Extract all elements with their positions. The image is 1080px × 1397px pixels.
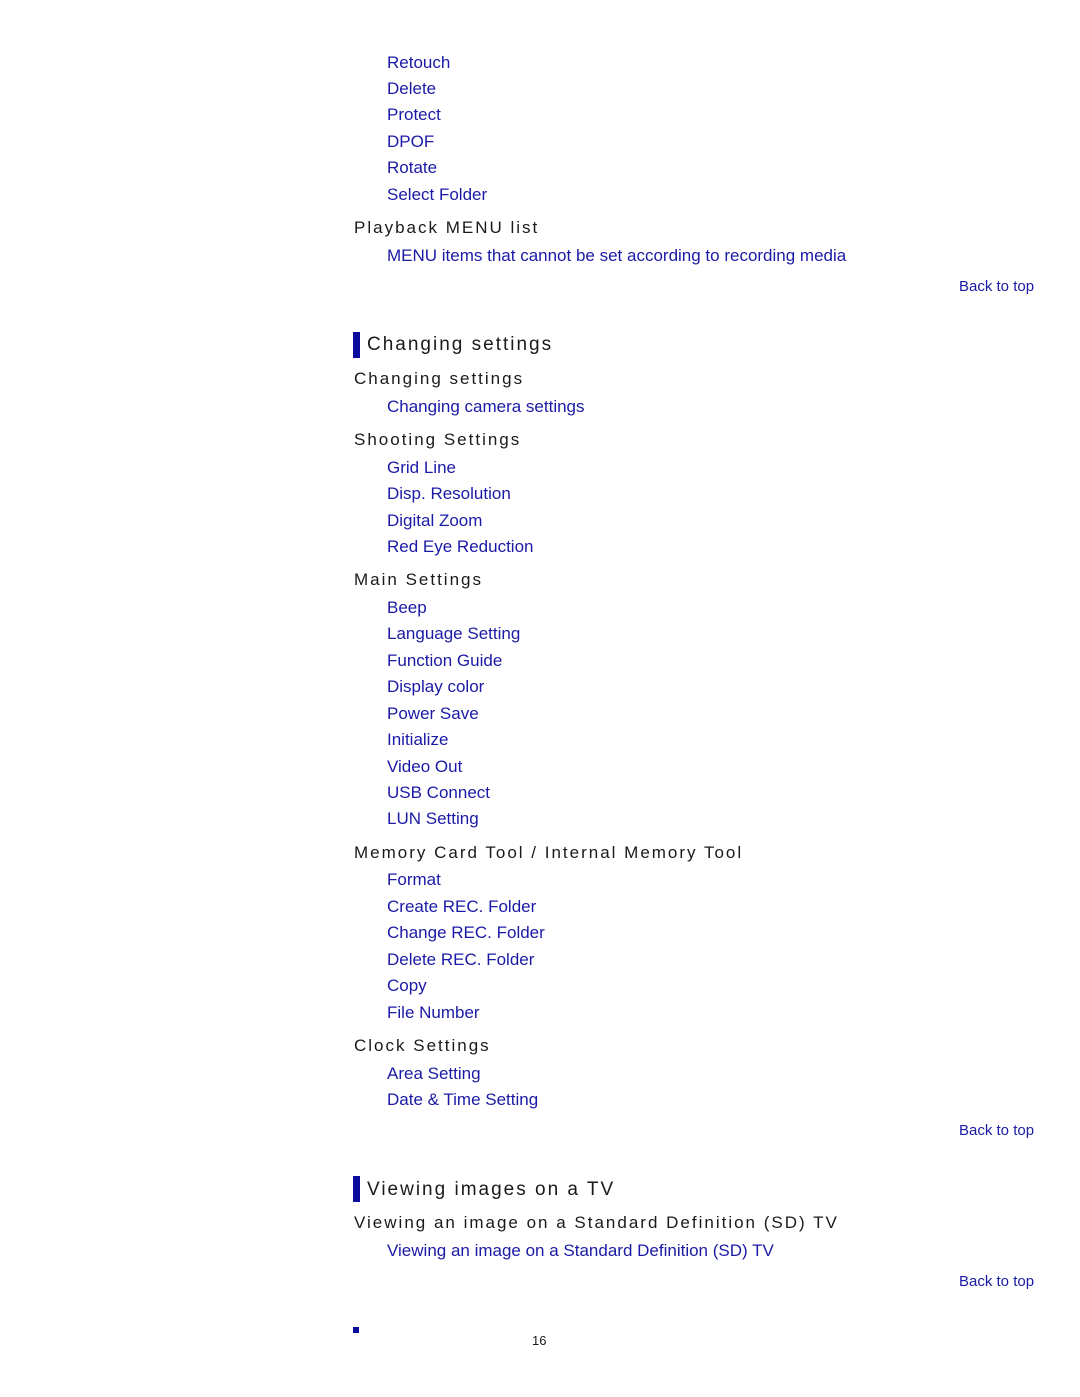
link-date-time-setting[interactable]: Date & Time Setting <box>387 1090 538 1110</box>
link-language-setting[interactable]: Language Setting <box>387 624 520 644</box>
link-area-setting[interactable]: Area Setting <box>387 1064 481 1084</box>
link-delete-rec-folder[interactable]: Delete REC. Folder <box>387 950 534 970</box>
section-marker-bar <box>353 332 360 358</box>
link-dpof[interactable]: DPOF <box>387 132 434 152</box>
link-usb-connect[interactable]: USB Connect <box>387 783 490 803</box>
page-number: 16 <box>532 1333 547 1348</box>
link-power-save[interactable]: Power Save <box>387 704 479 724</box>
subheading-clock-settings: Clock Settings <box>354 1036 491 1055</box>
subheading-playback-menu-list: Playback MENU list <box>354 218 540 237</box>
link-format[interactable]: Format <box>387 870 441 890</box>
section-heading-viewing-tv: Viewing images on a TV <box>367 1179 616 1200</box>
link-changing-camera-settings[interactable]: Changing camera settings <box>387 397 585 417</box>
footer-square-icon <box>353 1327 359 1333</box>
link-digital-zoom[interactable]: Digital Zoom <box>387 511 482 531</box>
back-to-top-link[interactable]: Back to top <box>959 1122 1034 1139</box>
link-create-rec-folder[interactable]: Create REC. Folder <box>387 897 536 917</box>
link-disp-resolution[interactable]: Disp. Resolution <box>387 484 511 504</box>
link-red-eye-reduction[interactable]: Red Eye Reduction <box>387 537 533 557</box>
link-delete[interactable]: Delete <box>387 79 436 99</box>
subheading-main-settings: Main Settings <box>354 570 483 589</box>
link-grid-line[interactable]: Grid Line <box>387 458 456 478</box>
link-copy[interactable]: Copy <box>387 976 427 996</box>
subheading-memory-card-tool: Memory Card Tool / Internal Memory Tool <box>354 843 744 862</box>
link-protect[interactable]: Protect <box>387 105 441 125</box>
link-menu-items-cannot-be-set[interactable]: MENU items that cannot be set according … <box>387 246 846 266</box>
link-file-number[interactable]: File Number <box>387 1003 480 1023</box>
section-marker-bar <box>353 1176 360 1202</box>
link-lun-setting[interactable]: LUN Setting <box>387 809 479 829</box>
link-function-guide[interactable]: Function Guide <box>387 651 502 671</box>
link-retouch[interactable]: Retouch <box>387 53 450 73</box>
link-rotate[interactable]: Rotate <box>387 158 437 178</box>
section-heading-changing-settings: Changing settings <box>367 334 554 355</box>
link-video-out[interactable]: Video Out <box>387 757 462 777</box>
subheading-changing-settings: Changing settings <box>354 369 525 388</box>
subheading-viewing-sd-tv: Viewing an image on a Standard Definitio… <box>354 1213 839 1232</box>
back-to-top-link[interactable]: Back to top <box>959 278 1034 295</box>
link-initialize[interactable]: Initialize <box>387 730 448 750</box>
link-display-color[interactable]: Display color <box>387 677 484 697</box>
link-beep[interactable]: Beep <box>387 598 427 618</box>
back-to-top-link[interactable]: Back to top <box>959 1273 1034 1290</box>
link-viewing-sd-tv[interactable]: Viewing an image on a Standard Definitio… <box>387 1241 774 1261</box>
subheading-shooting-settings: Shooting Settings <box>354 430 522 449</box>
link-change-rec-folder[interactable]: Change REC. Folder <box>387 923 545 943</box>
link-select-folder[interactable]: Select Folder <box>387 185 487 205</box>
